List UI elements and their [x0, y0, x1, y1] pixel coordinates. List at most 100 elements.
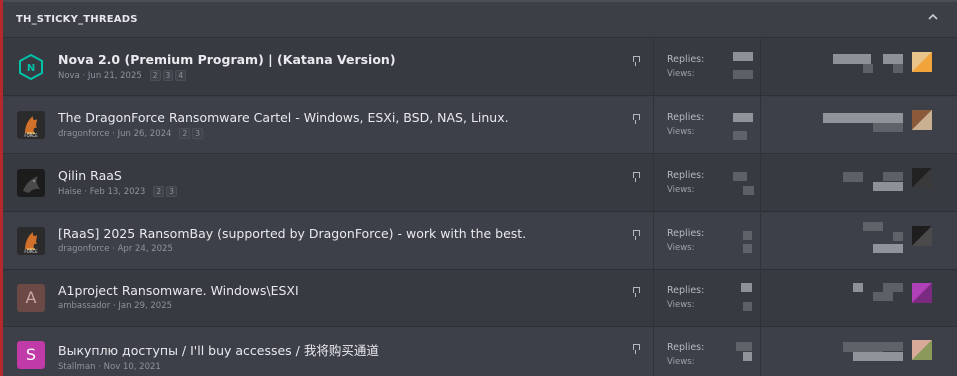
thread-row[interactable]: S Выкуплю доступы / I'll buy accesses / 我…: [3, 327, 957, 376]
thread-meta: Nova · Jun 21, 2025 2 3 4: [58, 70, 618, 81]
thread-date[interactable]: Jan 29, 2025: [118, 301, 172, 311]
meta-separator: ·: [81, 187, 90, 197]
thread-main: [RaaS] 2025 RansomBay (supported by Drag…: [58, 226, 618, 254]
redacted-value: [743, 186, 754, 195]
sticky-threads-block: TH_STICKY_THREADS N Nova 2.0 (Premium Pro…: [0, 0, 957, 376]
replies-label: Replies:: [667, 342, 705, 353]
thread-date[interactable]: Jun 26, 2024: [118, 129, 172, 139]
views-label: Views:: [667, 357, 695, 367]
redacted-value: [833, 54, 871, 64]
thread-title-link[interactable]: The DragonForce Ransomware Cartel - Wind…: [58, 110, 618, 125]
thread-row[interactable]: FORCE [RaaS] 2025 RansomBay (supported by…: [3, 213, 957, 270]
latest-post: [763, 39, 957, 95]
dragon-logo-icon[interactable]: FORCE: [17, 111, 45, 139]
redacted-value: [743, 231, 752, 240]
user-avatar[interactable]: A: [17, 284, 45, 312]
redacted-value: [823, 113, 883, 123]
thread-main: Nova 2.0 (Premium Program) | (Katana Ver…: [58, 52, 618, 81]
thread-stats: Replies: Views:: [653, 155, 761, 211]
redacted-value: [873, 244, 903, 253]
thread-title-link[interactable]: Выкуплю доступы / I'll buy accesses / 我将…: [58, 340, 618, 359]
svg-text:FORCE: FORCE: [24, 133, 38, 138]
thread-author[interactable]: ambassador: [58, 301, 110, 311]
page-link[interactable]: 3: [162, 70, 174, 81]
thread-row[interactable]: Qilin RaaS Haise · Feb 13, 2023 2 3 Replies:…: [3, 155, 957, 212]
thread-author[interactable]: Nova: [58, 71, 80, 81]
redacted-value: [733, 70, 753, 79]
page-link[interactable]: 2: [153, 186, 165, 197]
thread-date[interactable]: Jun 21, 2025: [88, 71, 142, 81]
meta-separator: ·: [109, 244, 118, 254]
page-link[interactable]: 3: [166, 186, 177, 197]
redacted-value: [843, 342, 883, 352]
last-poster-avatar[interactable]: [912, 168, 932, 188]
redacted-value: [883, 54, 903, 64]
thread-author[interactable]: Stallman: [58, 362, 96, 372]
page-jump: 23: [179, 128, 205, 139]
last-poster-avatar[interactable]: [912, 110, 932, 130]
thread-stats: Replies: Views:: [653, 39, 761, 95]
redacted-value: [883, 113, 903, 123]
thread-author[interactable]: Haise: [58, 187, 82, 197]
dragon-logo-icon[interactable]: FORCE: [17, 227, 45, 255]
sticky-pin-icon: [631, 113, 641, 125]
user-avatar[interactable]: S: [17, 341, 45, 369]
latest-post: [763, 213, 957, 269]
page-link[interactable]: 3: [192, 128, 204, 139]
latest-post: [763, 97, 957, 153]
redacted-value: [883, 283, 903, 292]
thread-author[interactable]: dragonforce: [58, 129, 110, 139]
redacted-value: [733, 172, 747, 181]
redacted-value: [863, 222, 883, 231]
redacted-value: [873, 292, 893, 301]
thread-main: Выкуплю доступы / I'll buy accesses / 我将…: [58, 340, 618, 372]
sticky-pin-icon: [631, 286, 641, 298]
last-poster-avatar[interactable]: [912, 340, 932, 360]
redacted-value: [733, 131, 747, 140]
thread-main: A1project Ransomware. Windows\ESXI ambass…: [58, 283, 618, 311]
sticky-pin-icon: [631, 55, 641, 67]
block-title[interactable]: TH_STICKY_THREADS: [16, 14, 138, 25]
thread-row[interactable]: N Nova 2.0 (Premium Program) | (Katana Ve…: [3, 39, 957, 96]
meta-separator: ·: [95, 362, 104, 372]
latest-post: [763, 270, 957, 326]
page-link[interactable]: 2: [179, 128, 191, 139]
dragon-image-icon[interactable]: [17, 169, 45, 197]
thread-stats: Replies: Views:: [653, 270, 761, 326]
redacted-value: [733, 52, 753, 61]
thread-row[interactable]: A A1project Ransomware. Windows\ESXI ambas…: [3, 270, 957, 327]
page-link[interactable]: 2: [149, 70, 161, 81]
thread-meta: Stallman · Nov 10, 2021: [58, 362, 618, 372]
replies-label: Replies:: [667, 170, 705, 181]
meta-separator: ·: [109, 129, 118, 139]
hexagon-logo-icon[interactable]: N: [17, 53, 45, 81]
thread-author[interactable]: dragonforce: [58, 244, 110, 254]
redacted-value: [853, 283, 863, 292]
redacted-value: [883, 342, 903, 351]
thread-title-link[interactable]: A1project Ransomware. Windows\ESXI: [58, 283, 618, 298]
thread-title-link[interactable]: Qilin RaaS: [58, 168, 618, 183]
thread-meta: dragonforce · Apr 24, 2025: [58, 244, 618, 254]
page-jump: 234: [149, 70, 188, 81]
page-jump: 23: [153, 186, 179, 197]
last-poster-avatar[interactable]: [912, 52, 932, 72]
page-link[interactable]: 4: [175, 70, 187, 81]
thread-title-link[interactable]: [RaaS] 2025 RansomBay (supported by Drag…: [58, 226, 618, 241]
thread-row[interactable]: FORCE The DragonForce Ransomware Cartel -…: [3, 97, 957, 154]
redacted-value: [743, 244, 752, 253]
thread-stats: Replies: Views:: [653, 97, 761, 153]
thread-date[interactable]: Apr 24, 2025: [118, 244, 173, 254]
latest-post: [763, 155, 957, 211]
last-poster-avatar[interactable]: [912, 226, 932, 246]
redacted-value: [873, 182, 903, 191]
thread-date[interactable]: Nov 10, 2021: [104, 362, 161, 372]
redacted-value: [843, 172, 863, 182]
chevron-up-icon[interactable]: [925, 11, 941, 27]
last-poster-avatar[interactable]: [912, 283, 932, 303]
thread-date[interactable]: Feb 13, 2023: [90, 187, 146, 197]
redacted-value: [736, 342, 752, 351]
sticky-pin-icon: [631, 343, 641, 355]
views-label: Views:: [667, 243, 695, 253]
thread-title-link[interactable]: Nova 2.0 (Premium Program) | (Katana Ver…: [58, 52, 618, 67]
thread-main: Qilin RaaS Haise · Feb 13, 2023 2 3: [58, 168, 618, 197]
